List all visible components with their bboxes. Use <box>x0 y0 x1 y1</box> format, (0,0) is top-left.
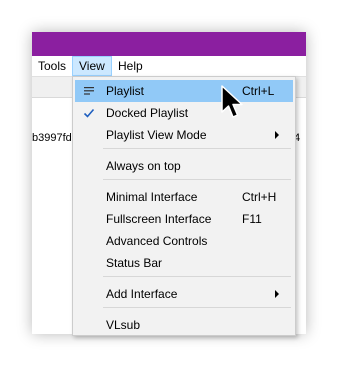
menu-item-shortcut: Ctrl+L <box>242 84 275 98</box>
menu-view[interactable]: View <box>72 56 112 76</box>
checkmark-icon <box>79 102 99 124</box>
menu-item-label: Playlist View Mode <box>106 128 207 142</box>
menu-separator <box>103 148 291 149</box>
menu-item-playlist-view-mode[interactable]: Playlist View Mode <box>75 124 293 146</box>
menu-item-label: Minimal Interface <box>106 190 198 204</box>
view-dropdown-menu: Playlist Ctrl+L Docked Playlist Playlist… <box>72 76 296 336</box>
menu-item-status-bar[interactable]: Status Bar <box>75 252 293 274</box>
menu-item-label: Playlist <box>106 84 145 98</box>
menu-item-always-on-top[interactable]: Always on top <box>75 155 293 177</box>
menu-item-shortcut: F11 <box>242 212 262 226</box>
menu-tools[interactable]: Tools <box>32 56 72 76</box>
menu-item-label: Advanced Controls <box>106 234 208 248</box>
menu-item-minimal-interface[interactable]: Minimal Interface Ctrl+H <box>75 186 293 208</box>
screenshot-stage: Tools View Help b3997fd 4 Playlist Ctrl+… <box>0 0 339 366</box>
list-icon <box>79 80 99 102</box>
menu-item-docked-playlist[interactable]: Docked Playlist <box>75 102 293 124</box>
menu-item-label: Fullscreen Interface <box>106 212 212 226</box>
menu-separator <box>103 276 291 277</box>
menu-bar: Tools View Help <box>32 56 306 77</box>
menu-item-shortcut: Ctrl+H <box>242 190 277 204</box>
submenu-arrow-icon <box>275 131 279 139</box>
menu-item-add-interface[interactable]: Add Interface <box>75 283 293 305</box>
background-text-left: b3997fd <box>32 132 72 144</box>
menu-item-label: Add Interface <box>106 287 178 301</box>
menu-item-label: VLsub <box>106 318 141 332</box>
menu-item-label: Status Bar <box>106 256 163 270</box>
menu-help[interactable]: Help <box>112 56 149 76</box>
menu-separator <box>103 179 291 180</box>
menu-item-advanced-controls[interactable]: Advanced Controls <box>75 230 293 252</box>
mouse-pointer-icon <box>221 85 243 118</box>
menu-item-label: Docked Playlist <box>106 106 189 120</box>
menu-separator <box>103 307 291 308</box>
menu-item-label: Always on top <box>106 159 181 173</box>
title-bar <box>32 32 306 56</box>
menu-item-vlsub[interactable]: VLsub <box>75 314 293 336</box>
submenu-arrow-icon <box>275 290 279 298</box>
menu-item-fullscreen-interface[interactable]: Fullscreen Interface F11 <box>75 208 293 230</box>
menu-item-playlist[interactable]: Playlist Ctrl+L <box>75 80 293 102</box>
